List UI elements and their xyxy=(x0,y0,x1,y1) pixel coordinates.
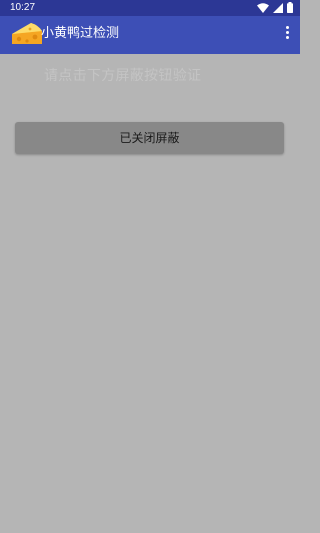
app-bar: 小黄鸭过检测 xyxy=(0,16,300,54)
status-time: 10:27 xyxy=(10,2,36,13)
status-bar: 10:27 xyxy=(0,0,300,16)
signal-icon xyxy=(273,2,283,13)
hint-text: 请点击下方屏蔽按钮验证 xyxy=(44,68,202,84)
close-shield-button[interactable]: 已关闭屏蔽 xyxy=(15,122,284,154)
more-vertical-icon[interactable] xyxy=(282,26,292,44)
battery-icon xyxy=(287,2,293,13)
app-title: 小黄鸭过检测 xyxy=(41,26,120,41)
cheese-icon xyxy=(12,23,42,44)
wifi-icon xyxy=(257,2,269,13)
status-icons xyxy=(257,2,293,13)
